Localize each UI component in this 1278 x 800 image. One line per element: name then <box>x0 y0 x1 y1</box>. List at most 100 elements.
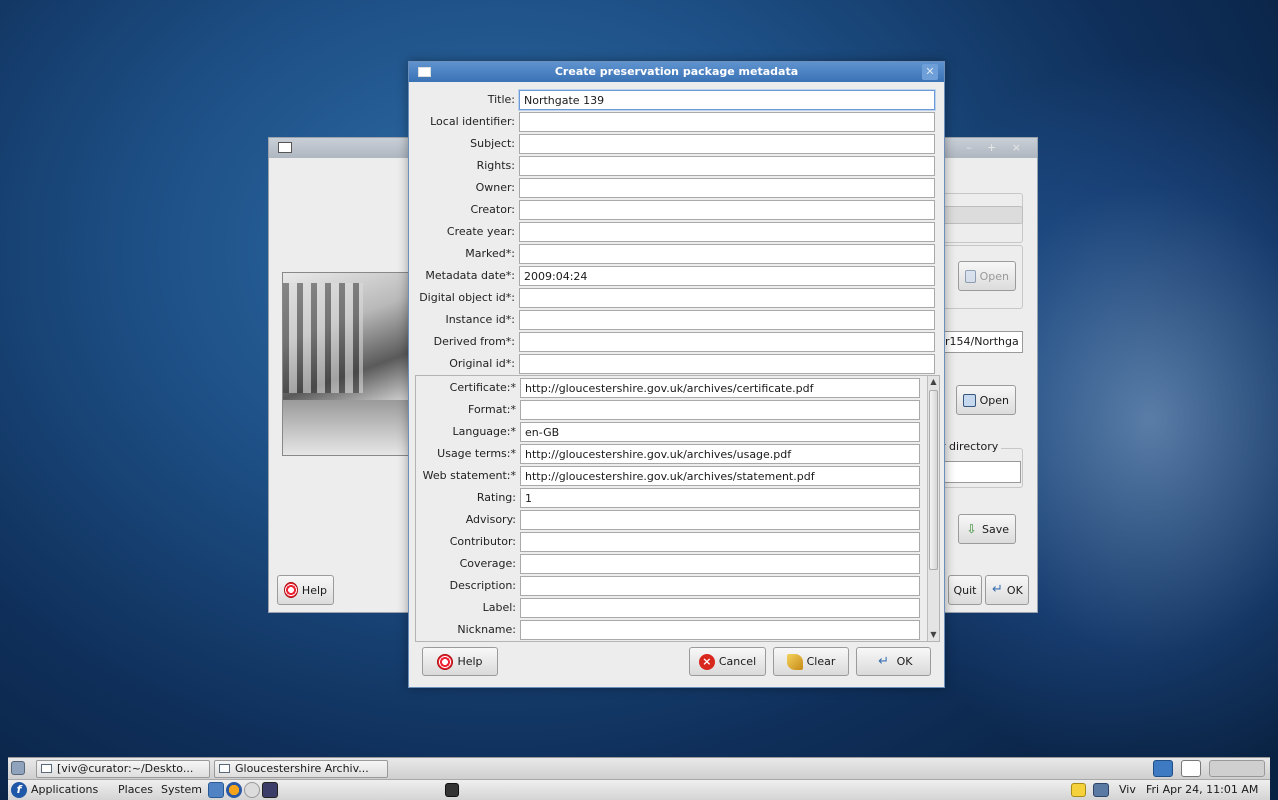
terminal-launcher-icon[interactable] <box>445 783 459 797</box>
field-input[interactable]: http://gloucestershire.gov.uk/archives/s… <box>520 466 920 486</box>
field-input[interactable] <box>520 598 920 618</box>
field-label: Web statement:* <box>422 469 516 482</box>
field-input[interactable]: http://gloucestershire.gov.uk/archives/c… <box>520 378 920 398</box>
bg-save-button[interactable]: ⇩ Save <box>958 514 1016 544</box>
field-label: Nickname: <box>457 623 516 636</box>
evolution-icon[interactable] <box>244 782 260 798</box>
task-terminal[interactable]: [viv@curator:~/Deskto... <box>36 760 210 778</box>
scroll-up-icon[interactable]: ▲ <box>928 376 939 388</box>
scroll-down-icon[interactable]: ▼ <box>928 629 939 641</box>
field-label: Rights: <box>476 159 515 172</box>
field-row: Derived from*: <box>409 332 515 352</box>
bg-open-label: Open <box>979 269 1009 283</box>
field-label: Title: <box>487 93 515 106</box>
field-input[interactable] <box>519 200 935 220</box>
field-input[interactable]: Northgate 139 <box>519 90 935 110</box>
help-browser-icon[interactable] <box>208 782 224 798</box>
photo-thumbnail <box>282 272 412 456</box>
field-row: Language:* <box>416 422 517 442</box>
show-desktop-icon[interactable] <box>11 761 25 775</box>
field-input[interactable] <box>520 400 920 420</box>
field-row: Creator: <box>409 200 515 220</box>
window-controls[interactable]: – + × <box>966 141 1027 154</box>
workspace-3[interactable] <box>1209 760 1265 777</box>
help-icon <box>437 653 454 670</box>
field-label: Language:* <box>452 425 517 438</box>
menu-places[interactable]: Places <box>118 783 153 796</box>
bg-list-row[interactable] <box>941 206 1023 224</box>
field-label: Rating: <box>476 491 516 504</box>
field-row: Advisory: <box>416 510 516 530</box>
field-input[interactable] <box>519 310 935 330</box>
field-input[interactable] <box>519 134 935 154</box>
bg-directory-field[interactable] <box>941 461 1021 483</box>
field-input[interactable]: 2009:04:24 <box>519 266 935 286</box>
field-label: Description: <box>449 579 516 592</box>
notes-icon[interactable] <box>1071 783 1086 797</box>
help-button[interactable]: Help <box>422 647 498 676</box>
clock[interactable]: Fri Apr 24, 11:01 AM <box>1146 783 1258 796</box>
field-input[interactable] <box>519 354 935 374</box>
bg-ok-button[interactable]: ↵ OK <box>985 575 1029 605</box>
field-input[interactable] <box>520 532 920 552</box>
field-input[interactable] <box>519 244 935 264</box>
field-input[interactable] <box>520 554 920 574</box>
field-input[interactable]: en-GB <box>520 422 920 442</box>
bg-path-field[interactable]: r154/Northga <box>941 331 1023 353</box>
terminal-icon <box>41 764 52 773</box>
fedora-logo-icon[interactable]: f <box>11 782 27 798</box>
window-icon <box>278 142 292 153</box>
user-name[interactable]: Viv <box>1119 783 1136 796</box>
scrollbar-thumb[interactable] <box>929 390 938 570</box>
metadata-dialog: Create preservation package metadata ✕ T… <box>408 61 945 688</box>
extra-fields-scrollpane[interactable]: Certificate:* http://gloucestershire.gov.… <box>415 375 940 642</box>
app-launcher-icon[interactable] <box>262 782 278 798</box>
field-input[interactable] <box>519 222 935 242</box>
ok-button[interactable]: ↵ OK <box>856 647 931 676</box>
field-input[interactable] <box>519 288 935 308</box>
bg-open-button-disabled[interactable]: Open <box>958 261 1016 291</box>
field-row: Rating: <box>416 488 516 508</box>
field-label: Derived from*: <box>433 335 515 348</box>
bg-ok-label: OK <box>1006 583 1023 597</box>
dialog-title: Create preservation package metadata <box>554 65 799 78</box>
task-label: [viv@curator:~/Deskto... <box>57 762 194 775</box>
menu-system[interactable]: System <box>161 783 202 796</box>
close-icon[interactable]: ✕ <box>922 64 938 80</box>
dialog-titlebar[interactable]: Create preservation package metadata ✕ <box>409 62 944 82</box>
field-row: Marked*: <box>409 244 515 264</box>
field-input[interactable]: 1 <box>520 488 920 508</box>
field-input[interactable] <box>519 332 935 352</box>
bg-frame-label: r directory <box>941 440 1002 453</box>
workspace-1[interactable] <box>1153 760 1173 777</box>
photo-street <box>283 400 411 455</box>
clear-button[interactable]: Clear <box>773 647 849 676</box>
field-label: Metadata date*: <box>425 269 515 282</box>
field-input[interactable] <box>520 510 920 530</box>
window-icon <box>418 67 431 77</box>
bg-quit-button[interactable]: Quit <box>948 575 982 605</box>
cancel-button[interactable]: × Cancel <box>689 647 766 676</box>
task-gloucestershire[interactable]: Gloucestershire Archiv... <box>214 760 388 778</box>
field-input[interactable] <box>520 576 920 596</box>
field-label: Format:* <box>468 403 516 416</box>
bg-help-button[interactable]: Help <box>277 575 334 605</box>
cancel-icon: × <box>698 653 715 670</box>
menu-applications[interactable]: Applications <box>31 783 98 796</box>
bg-quit-label: Quit <box>953 583 977 597</box>
vertical-scrollbar[interactable]: ▲ ▼ <box>927 376 939 641</box>
gnome-panel: f Applications Places System Viv Fri Apr… <box>8 779 1270 800</box>
field-row: Metadata date*: <box>409 266 515 286</box>
field-input[interactable]: http://gloucestershire.gov.uk/archives/u… <box>520 444 920 464</box>
bg-open-button[interactable]: Open <box>956 385 1016 415</box>
field-input[interactable] <box>519 156 935 176</box>
field-input[interactable] <box>519 178 935 198</box>
field-input[interactable] <box>520 620 920 640</box>
open-icon <box>965 269 976 283</box>
field-row: Format:* <box>416 400 516 420</box>
network-icon[interactable] <box>1093 783 1109 797</box>
photo-building <box>283 283 363 393</box>
workspace-2[interactable] <box>1181 760 1201 777</box>
firefox-icon[interactable] <box>226 782 242 798</box>
field-input[interactable] <box>519 112 935 132</box>
